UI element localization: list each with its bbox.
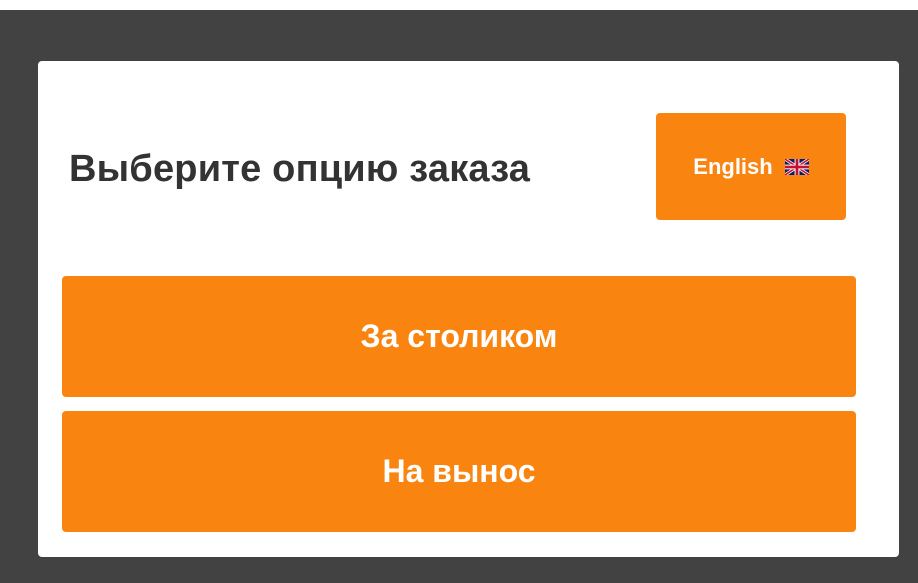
takeaway-button[interactable]: На вынос [62, 411, 856, 532]
dine-in-label: За столиком [360, 318, 558, 354]
takeaway-label: На вынос [382, 453, 536, 489]
language-button-label: English [693, 153, 773, 179]
order-option-dialog: Выберите опцию заказа English За столико… [38, 61, 899, 557]
language-switch-button[interactable]: English [656, 113, 846, 220]
dialog-title: Выберите опцию заказа [69, 148, 531, 190]
dine-in-button[interactable]: За столиком [62, 276, 856, 397]
modal-backdrop: Выберите опцию заказа English За столико… [0, 10, 918, 583]
uk-flag-icon [783, 157, 810, 176]
